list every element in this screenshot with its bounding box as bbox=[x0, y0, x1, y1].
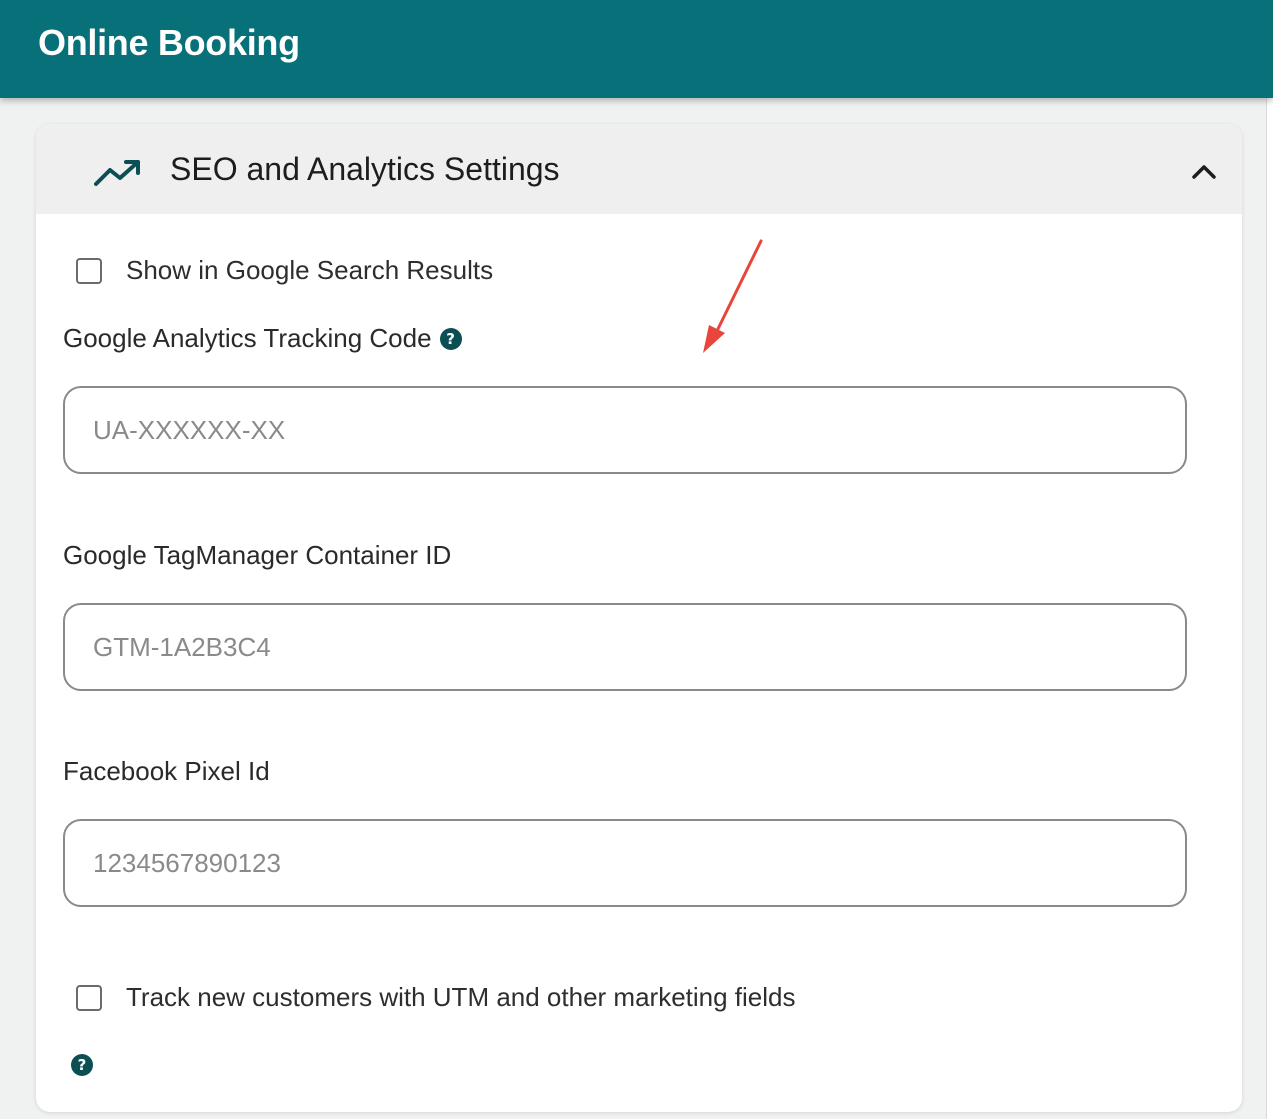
track-utm-label: Track new customers with UTM and other m… bbox=[126, 982, 796, 1012]
gtm-label-text: Google TagManager Container ID bbox=[63, 540, 452, 570]
utm-help[interactable]: ? bbox=[71, 1054, 93, 1076]
ga-label-text: Google Analytics Tracking Code bbox=[63, 323, 432, 353]
facebook-pixel-id-label: Facebook Pixel Id bbox=[63, 756, 270, 787]
gtm-container-id-label: Google TagManager Container ID bbox=[63, 540, 451, 571]
seo-analytics-section-header[interactable]: SEO and Analytics Settings bbox=[36, 124, 1242, 214]
question-circle-icon[interactable]: ? bbox=[439, 327, 462, 350]
annotation-arrow-icon bbox=[703, 239, 763, 353]
show-in-google-checkbox[interactable] bbox=[76, 257, 102, 284]
ga-tracking-code-input[interactable] bbox=[63, 386, 1187, 474]
facebook-pixel-id-input[interactable] bbox=[63, 819, 1187, 907]
track-utm-row[interactable]: Track new customers with UTM and other m… bbox=[76, 982, 796, 1013]
seo-analytics-panel: SEO and Analytics Settings Show in Googl… bbox=[36, 124, 1242, 1112]
gtm-container-id-input[interactable] bbox=[63, 603, 1187, 691]
fb-label-text: Facebook Pixel Id bbox=[63, 756, 270, 786]
section-title: SEO and Analytics Settings bbox=[170, 151, 560, 187]
scrollbar-track[interactable] bbox=[1266, 98, 1273, 1119]
page-title: Online Booking bbox=[38, 22, 300, 63]
show-in-google-label: Show in Google Search Results bbox=[126, 255, 494, 285]
question-circle-icon[interactable]: ? bbox=[71, 1054, 93, 1076]
ga-tracking-code-label: Google Analytics Tracking Code ? bbox=[63, 323, 462, 354]
app-header: Online Booking bbox=[0, 0, 1273, 98]
show-in-google-row[interactable]: Show in Google Search Results bbox=[76, 255, 493, 286]
chevron-up-icon[interactable] bbox=[1190, 161, 1218, 181]
track-utm-checkbox[interactable] bbox=[76, 984, 102, 1011]
trending-up-icon bbox=[94, 160, 140, 186]
